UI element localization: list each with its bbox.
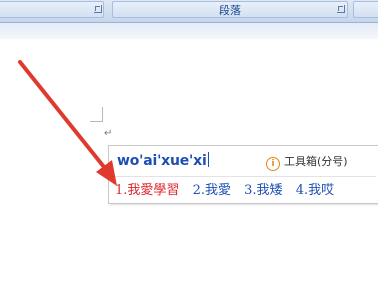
paragraph-group-label: 段落: [219, 4, 241, 17]
candidate-3[interactable]: 3.我矮: [244, 179, 282, 198]
candidate-2-text: 我愛: [204, 183, 231, 198]
paragraph-mark: ↵: [104, 128, 113, 139]
ime-toolbox-button[interactable]: i 工具箱(分号): [266, 153, 348, 171]
ribbon-group-paragraph: 段落: [112, 1, 348, 18]
ribbon-group-left: [0, 1, 104, 18]
candidate-3-number: 3.: [244, 183, 257, 198]
candidate-1[interactable]: 1.我愛學習: [115, 179, 179, 198]
paragraph-dialog-launcher-icon[interactable]: [337, 5, 345, 13]
info-icon: i: [266, 157, 280, 171]
ime-composition-row: wo'ai'xue'xi i 工具箱(分号): [109, 146, 378, 176]
ribbon-group-right: [353, 1, 378, 18]
candidate-4-number: 4.: [295, 183, 309, 198]
candidate-2[interactable]: 2.我愛: [193, 179, 231, 198]
candidate-1-number: 1.: [115, 183, 128, 198]
page-margin-marker: [90, 107, 103, 122]
candidate-2-number: 2.: [192, 183, 205, 198]
ribbon-strip: 段落: [0, 0, 378, 23]
candidate-4[interactable]: 4.我哎: [296, 179, 334, 198]
candidate-1-text: 我愛學習: [127, 183, 180, 198]
ime-divider: [115, 176, 376, 177]
pinyin-composition: wo'ai'xue'xi: [117, 152, 209, 169]
document-background: [0, 23, 378, 39]
ime-candidate-window: wo'ai'xue'xi i 工具箱(分号) 1.我愛學習 2.我愛 3.我矮 4…: [108, 145, 378, 204]
toolbox-label: 工具箱(分号): [284, 155, 348, 168]
pinyin-text: wo'ai'xue'xi: [117, 153, 207, 169]
candidate-3-text: 我矮: [256, 183, 283, 198]
text-caret: [207, 152, 209, 167]
candidate-list: 1.我愛學習 2.我愛 3.我矮 4.我哎: [115, 179, 343, 198]
dialog-launcher-icon[interactable]: [94, 5, 102, 13]
candidate-4-text: 我哎: [308, 183, 335, 198]
